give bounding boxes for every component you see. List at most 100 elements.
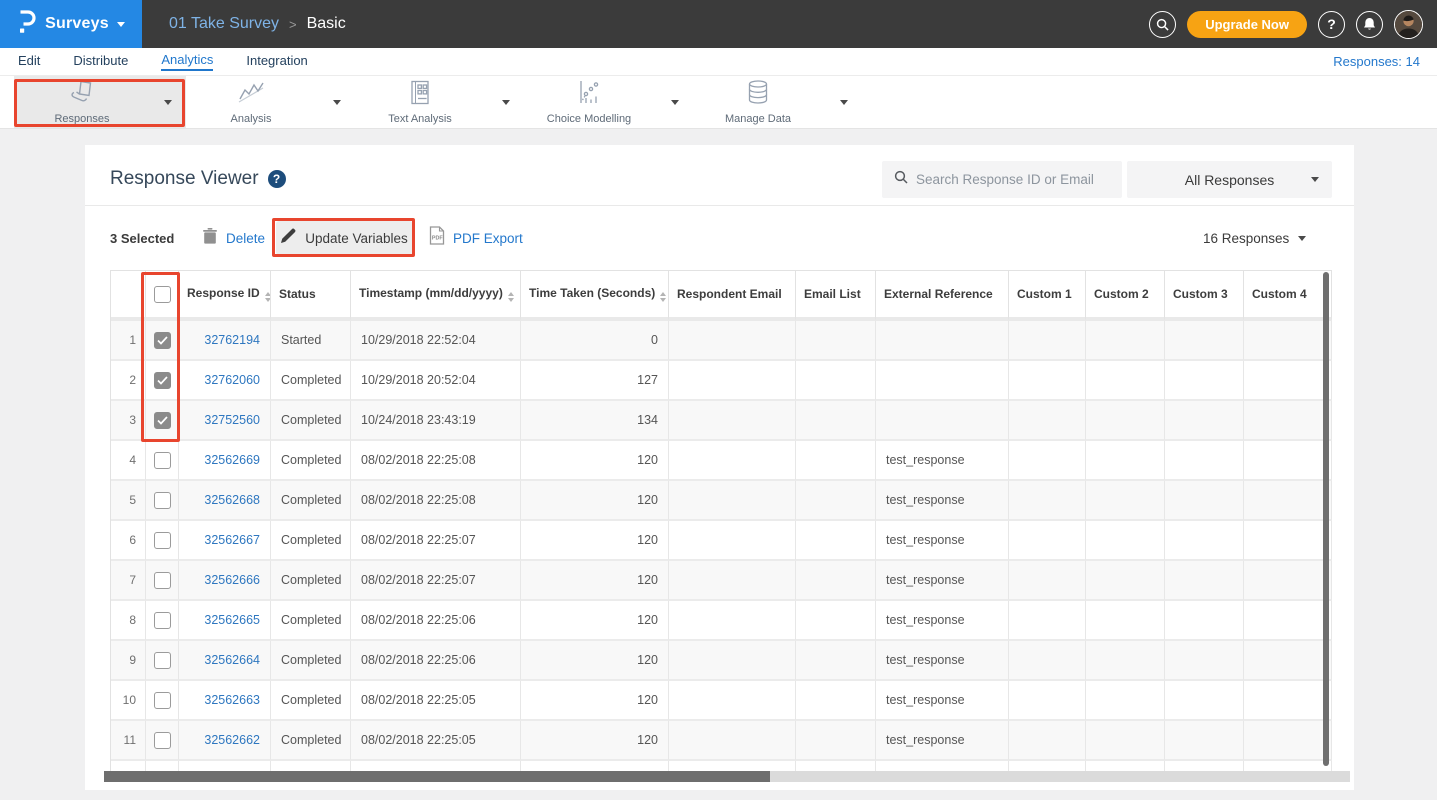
responses-dropdown-caret[interactable] xyxy=(150,76,186,128)
response-id-cell: 32562665 xyxy=(179,601,271,641)
cell-custom4 xyxy=(1244,601,1332,641)
cell-custom4 xyxy=(1244,361,1332,401)
row-checkbox[interactable] xyxy=(154,612,171,629)
choice-modelling-dropdown-caret[interactable] xyxy=(657,76,693,128)
pdf-export-button[interactable]: PDF PDF Export xyxy=(428,218,523,258)
scatter-chart-icon xyxy=(574,79,604,111)
horizontal-scrollbar-thumb[interactable] xyxy=(104,771,770,782)
cell-timestamp: 08/02/2018 22:25:05 xyxy=(351,681,521,721)
cell-time_taken: 120 xyxy=(521,641,669,681)
response-id-link[interactable]: 32562662 xyxy=(204,733,260,747)
response-id-link[interactable]: 32562666 xyxy=(204,573,260,587)
row-checkbox[interactable] xyxy=(154,692,171,709)
cell-custom2 xyxy=(1086,481,1165,521)
analytics-toolbar: Responses Analysis Text Analysis Choice … xyxy=(0,76,1437,129)
table-row: 532562668Completed08/02/2018 22:25:08120… xyxy=(111,481,1332,521)
surveys-menu-button[interactable]: Surveys xyxy=(0,0,142,48)
cell-respondent_email xyxy=(669,441,796,481)
cell-timestamp: 08/02/2018 22:25:07 xyxy=(351,521,521,561)
selected-count-label: 3 Selected xyxy=(110,218,174,258)
cell-custom4 xyxy=(1244,441,1332,481)
cell-respondent_email xyxy=(669,481,796,521)
tab-analytics[interactable]: Analytics xyxy=(161,52,213,71)
tab-distribute[interactable]: Distribute xyxy=(73,53,128,70)
manage-data-tool-button[interactable]: Manage Data xyxy=(690,76,826,128)
row-checkbox[interactable] xyxy=(154,452,171,469)
response-id-cell: 32562662 xyxy=(179,721,271,761)
tab-edit[interactable]: Edit xyxy=(18,53,40,70)
row-checkbox[interactable] xyxy=(154,572,171,589)
text-analysis-dropdown-caret[interactable] xyxy=(488,76,524,128)
cell-time_taken: 120 xyxy=(521,441,669,481)
analysis-tool-button[interactable]: Analysis xyxy=(183,76,319,128)
survey-subnav: Edit Distribute Analytics Integration Re… xyxy=(0,48,1437,76)
responses-count-dropdown[interactable]: 16 Responses xyxy=(1203,218,1306,258)
search-icon[interactable] xyxy=(1149,11,1176,38)
cell-external_reference: test_response xyxy=(876,441,1009,481)
response-id-link[interactable]: 32562669 xyxy=(204,453,260,467)
toolbar-group-manage-data: Manage Data xyxy=(690,76,862,128)
update-variables-button[interactable]: Update Variables xyxy=(276,221,413,255)
analysis-dropdown-caret[interactable] xyxy=(319,76,355,128)
row-number: 4 xyxy=(111,441,146,481)
horizontal-scrollbar-track[interactable] xyxy=(104,771,1350,782)
tab-integration[interactable]: Integration xyxy=(246,53,307,70)
cell-time_taken: 0 xyxy=(521,321,669,361)
response-id-link[interactable]: 32562663 xyxy=(204,693,260,707)
response-id-cell: 32752560 xyxy=(179,401,271,441)
cell-timestamp: 10/24/2018 23:43:19 xyxy=(351,401,521,441)
table-row: 432562669Completed08/02/2018 22:25:08120… xyxy=(111,441,1332,481)
cell-custom1 xyxy=(1009,681,1086,721)
response-id-link[interactable]: 32762194 xyxy=(204,333,260,347)
response-table: Response IDStatusTimestamp (mm/dd/yyyy)T… xyxy=(110,270,1332,771)
column-header-time_taken[interactable]: Time Taken (Seconds) xyxy=(521,271,669,321)
response-id-link[interactable]: 32562668 xyxy=(204,493,260,507)
vertical-scrollbar[interactable] xyxy=(1323,272,1329,766)
help-icon[interactable]: ? xyxy=(1318,11,1345,38)
cell-timestamp: 08/02/2018 22:25:06 xyxy=(351,641,521,681)
breadcrumb-survey-link[interactable]: 01 Take Survey xyxy=(169,15,279,33)
response-id-link[interactable]: 32562664 xyxy=(204,653,260,667)
delete-button[interactable]: Delete xyxy=(203,218,265,258)
upgrade-now-button[interactable]: Upgrade Now xyxy=(1187,11,1307,38)
sort-icon[interactable] xyxy=(265,292,271,302)
cell-status: Started xyxy=(271,321,351,361)
cell-custom2 xyxy=(1086,361,1165,401)
divider xyxy=(85,205,1354,206)
row-checkbox-cell xyxy=(146,321,179,361)
notifications-bell-icon[interactable] xyxy=(1356,11,1383,38)
manage-data-dropdown-caret[interactable] xyxy=(826,76,862,128)
row-checkbox[interactable] xyxy=(154,652,171,669)
row-checkbox[interactable] xyxy=(154,332,171,349)
response-id-link[interactable]: 32562667 xyxy=(204,533,260,547)
search-input[interactable] xyxy=(916,172,1106,187)
cell-custom3 xyxy=(1165,321,1244,361)
row-checkbox-cell xyxy=(146,481,179,521)
response-filter-dropdown[interactable]: All Responses xyxy=(1127,161,1332,198)
response-search-box xyxy=(882,161,1122,198)
column-header-id[interactable]: Response ID xyxy=(179,271,271,321)
choice-modelling-tool-button[interactable]: Choice Modelling xyxy=(521,76,657,128)
sort-icon[interactable] xyxy=(660,292,666,302)
row-checkbox[interactable] xyxy=(154,372,171,389)
row-checkbox[interactable] xyxy=(154,732,171,749)
text-analysis-tool-button[interactable]: Text Analysis xyxy=(352,76,488,128)
response-viewer-help-icon[interactable]: ? xyxy=(268,170,286,188)
avatar[interactable] xyxy=(1394,10,1423,39)
response-id-link[interactable]: 32562665 xyxy=(204,613,260,627)
cell-respondent_email xyxy=(669,721,796,761)
table-row: 1132562662Completed08/02/2018 22:25:0512… xyxy=(111,721,1332,761)
response-id-link[interactable]: 32752560 xyxy=(204,413,260,427)
cell-custom2 xyxy=(1086,401,1165,441)
row-checkbox[interactable] xyxy=(154,492,171,509)
column-header-custom2: Custom 2 xyxy=(1086,271,1165,321)
column-header-timestamp[interactable]: Timestamp (mm/dd/yyyy) xyxy=(351,271,521,321)
cell-email_list xyxy=(796,721,876,761)
response-id-link[interactable]: 32762060 xyxy=(204,373,260,387)
questionpro-logo-icon xyxy=(17,9,37,40)
responses-tool-button[interactable]: Responses xyxy=(14,76,150,128)
select-all-checkbox[interactable] xyxy=(154,286,171,303)
sort-icon[interactable] xyxy=(508,292,514,302)
row-checkbox[interactable] xyxy=(154,532,171,549)
row-checkbox[interactable] xyxy=(154,412,171,429)
